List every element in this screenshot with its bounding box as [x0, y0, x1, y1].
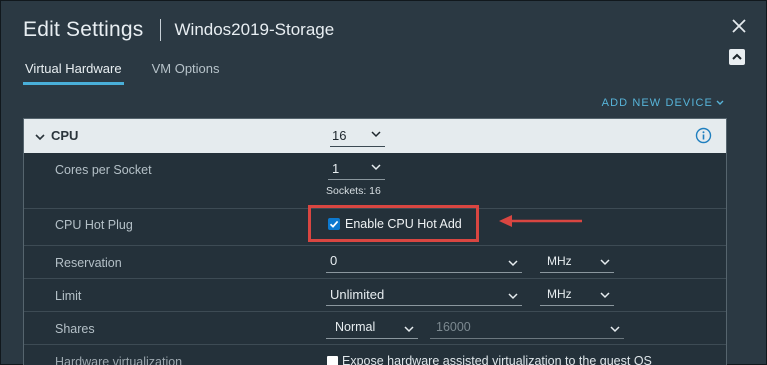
tab-vm-options[interactable]: VM Options — [152, 61, 220, 85]
chevron-down-icon — [404, 326, 414, 333]
close-icon[interactable] — [731, 18, 747, 34]
chevron-down-icon — [600, 292, 610, 299]
info-icon[interactable] — [695, 127, 712, 144]
reservation-value: 0 — [330, 253, 338, 268]
hw-virtualization-label: Hardware virtualization — [55, 355, 183, 365]
reservation-input[interactable]: 0 — [326, 251, 522, 273]
shares-level-select[interactable]: Normal — [326, 317, 418, 339]
cpu-count-value: 16 — [332, 128, 347, 143]
shares-value-input[interactable]: 16000 — [430, 317, 624, 339]
limit-label: Limit — [55, 289, 82, 303]
shares-level-value: Normal — [335, 320, 376, 334]
add-new-device-button[interactable]: ADD NEW DEVICE — [602, 97, 724, 109]
tab-virtual-hardware[interactable]: Virtual Hardware — [23, 61, 124, 85]
cores-per-socket-value: 1 — [332, 161, 340, 176]
enable-cpu-hot-add-label: Enable CPU Hot Add — [345, 217, 462, 231]
chevron-down-icon — [610, 326, 620, 333]
cpu-header: CPU 16 — [24, 119, 726, 153]
sockets-text: Sockets: 16 — [326, 185, 381, 197]
cpu-panel: CPU 16 Cores per Socket 1 Sockets: 16 CP… — [23, 118, 727, 365]
chevron-down-icon — [508, 293, 518, 300]
cpu-count-select[interactable]: 16 — [330, 125, 385, 147]
chevron-down-icon — [371, 131, 381, 138]
cpu-hot-plug-label: CPU Hot Plug — [55, 218, 133, 232]
checkbox-unchecked-icon — [327, 355, 338, 365]
arrow-left-icon — [499, 215, 582, 227]
cores-per-socket-row: Cores per Socket 1 — [24, 153, 726, 208]
reservation-label: Reservation — [55, 256, 122, 270]
cpu-label: CPU — [51, 128, 79, 143]
shares-row: Shares Normal 16000 — [24, 311, 726, 344]
reservation-row: Reservation 0 MHz — [24, 245, 726, 278]
reservation-unit-select[interactable]: MHz — [540, 251, 614, 273]
dialog-header: Edit Settings Windos2019-Storage — [23, 15, 334, 45]
chevron-down-icon — [716, 100, 724, 105]
dialog-title: Edit Settings — [23, 18, 144, 41]
chevron-down-icon[interactable] — [34, 130, 46, 142]
limit-input[interactable]: Unlimited — [326, 284, 522, 306]
tab-bar: Virtual Hardware VM Options — [23, 61, 248, 85]
expose-hw-virtualization-label: Expose hardware assisted virtualization … — [342, 354, 652, 365]
limit-unit-select[interactable]: MHz — [540, 284, 614, 306]
chevron-down-icon — [371, 164, 381, 171]
limit-row: Limit Unlimited MHz — [24, 278, 726, 311]
add-new-device-label: ADD NEW DEVICE — [601, 97, 713, 109]
shares-value: 16000 — [436, 320, 471, 334]
enable-cpu-hot-add-checkbox[interactable]: Enable CPU Hot Add — [328, 217, 462, 231]
collapse-up-icon[interactable] — [729, 49, 745, 65]
shares-label: Shares — [55, 322, 95, 336]
limit-unit-value: MHz — [547, 287, 572, 301]
title-divider — [159, 19, 161, 41]
checkmark-icon — [328, 218, 340, 230]
cores-per-socket-label: Cores per Socket — [55, 163, 152, 177]
reservation-unit-value: MHz — [547, 254, 572, 268]
cores-per-socket-select[interactable]: 1 — [328, 160, 385, 180]
expose-hw-virtualization-checkbox[interactable]: Expose hardware assisted virtualization … — [327, 354, 652, 365]
chevron-down-icon — [508, 260, 518, 267]
chevron-down-icon — [600, 259, 610, 266]
limit-value: Unlimited — [330, 287, 385, 302]
vm-name: Windos2019-Storage — [174, 20, 335, 39]
edit-settings-dialog: Edit Settings Windos2019-Storage Virtual… — [0, 0, 767, 365]
